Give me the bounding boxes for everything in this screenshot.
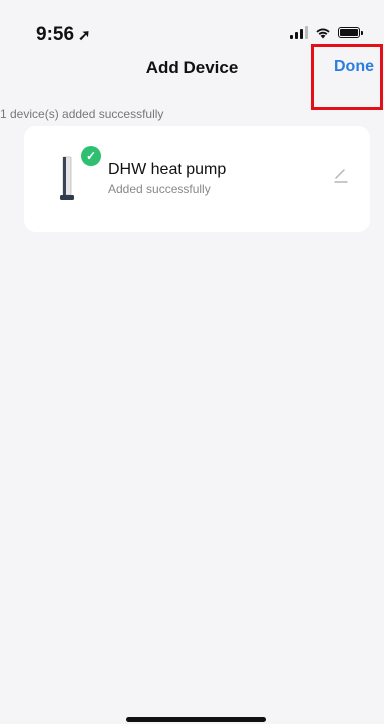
signal-icon — [290, 26, 308, 39]
edit-icon[interactable] — [332, 166, 350, 184]
success-summary: 1 device(s) added successfully — [0, 107, 164, 121]
device-card[interactable]: ✓ DHW heat pump Added successfully — [24, 126, 370, 232]
wifi-icon — [316, 28, 330, 38]
device-status: Added successfully — [108, 182, 211, 196]
status-time-text: 9:56 — [36, 24, 75, 45]
add-device-screen: 9:56 ➚ Add Device Done 1 device(s) added … — [0, 0, 384, 724]
location-arrow-icon: ➚ — [78, 27, 91, 44]
home-indicator[interactable] — [126, 717, 266, 722]
done-button[interactable]: Done — [334, 58, 374, 76]
battery-icon — [338, 27, 363, 38]
device-name: DHW heat pump — [108, 161, 227, 178]
check-icon: ✓ — [81, 146, 101, 166]
status-bar: 9:56 ➚ — [0, 0, 384, 46]
status-time: 9:56 ➚ — [36, 24, 91, 46]
status-icons — [290, 26, 363, 39]
heat-pump-image — [60, 156, 74, 200]
page-title: Add Device — [145, 58, 239, 77]
